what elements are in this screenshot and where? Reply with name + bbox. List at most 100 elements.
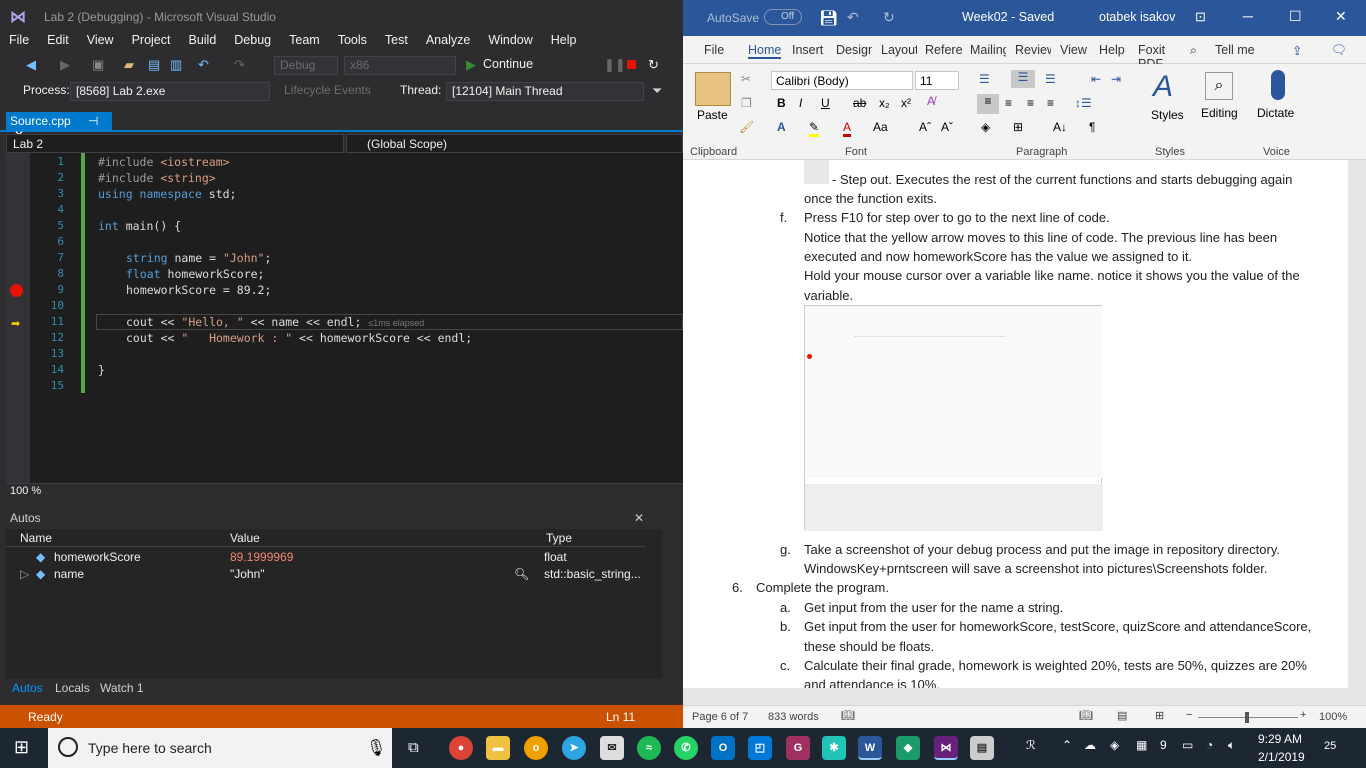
read-mode-icon[interactable]: 📖︎: [1079, 709, 1093, 722]
paste-button[interactable]: Paste: [697, 108, 728, 122]
menu-analyze[interactable]: Analyze: [417, 32, 479, 52]
clock-date[interactable]: 2/1/2019: [1258, 750, 1305, 764]
styles-button[interactable]: Styles: [1151, 108, 1184, 122]
paste-icon[interactable]: [695, 72, 731, 106]
col-type[interactable]: Type: [546, 531, 572, 545]
menu-file[interactable]: File: [0, 32, 38, 52]
align-left-icon[interactable]: ≡: [977, 94, 999, 114]
microphone-icon[interactable]: 🎙︎: [366, 738, 386, 758]
pin-icon[interactable]: ⊣: [88, 114, 98, 128]
borders-icon[interactable]: ⊞: [1013, 120, 1023, 134]
font-size-combo[interactable]: 11: [915, 71, 959, 90]
notification-center[interactable]: 25: [1324, 740, 1336, 752]
bold-icon[interactable]: B: [777, 96, 786, 110]
zoom-in-icon[interactable]: +: [1300, 709, 1306, 721]
numbering-icon[interactable]: ☰: [1011, 70, 1035, 88]
word-icon[interactable]: W: [858, 736, 882, 760]
battery-icon[interactable]: ▭: [1182, 738, 1193, 752]
dropbox-icon[interactable]: ◈: [1110, 738, 1119, 752]
app-icon[interactable]: ✱: [822, 736, 846, 760]
start-icon[interactable]: ⊞: [14, 737, 29, 758]
tab-review[interactable]: Review: [1015, 43, 1051, 57]
continue-icon[interactable]: ▶: [466, 57, 476, 73]
autosave-toggle[interactable]: Off: [764, 9, 802, 25]
embedded-screenshot[interactable]: [804, 305, 1103, 531]
redo-icon[interactable]: ↻: [883, 9, 895, 26]
tab-file[interactable]: File: [704, 43, 724, 57]
tab-references[interactable]: References: [925, 43, 962, 57]
close-icon[interactable]: ✕: [1335, 8, 1347, 25]
editing-button[interactable]: Editing: [1201, 106, 1238, 120]
breakpoint-icon[interactable]: [10, 284, 23, 297]
word-count[interactable]: 833 words: [768, 711, 819, 723]
outlook-icon[interactable]: O: [711, 736, 735, 760]
styles-icon[interactable]: A: [1153, 70, 1173, 104]
change-case-icon[interactable]: Aa: [873, 120, 888, 134]
menu-test[interactable]: Test: [376, 32, 417, 52]
scope-combo[interactable]: (Global Scope): [346, 134, 683, 153]
subscript-icon[interactable]: x₂: [879, 96, 890, 110]
expand-icon[interactable]: ▷: [20, 567, 29, 581]
menu-tools[interactable]: Tools: [329, 32, 376, 52]
print-layout-icon[interactable]: ▤: [1117, 709, 1127, 722]
find-icon[interactable]: ⌕: [1205, 72, 1233, 100]
zoom-level[interactable]: 100%: [1319, 711, 1347, 723]
cell-value[interactable]: "John": [230, 567, 265, 581]
pause-icon[interactable]: ❚❚: [604, 57, 626, 73]
bullets-icon[interactable]: ☰: [979, 72, 990, 86]
line-spacing-icon[interactable]: ↕☰: [1075, 96, 1092, 110]
new-project-icon[interactable]: ▣: [92, 57, 104, 73]
cell-value[interactable]: 89.1999969: [230, 550, 293, 564]
forward-icon[interactable]: ▶: [60, 57, 70, 73]
task-view-icon[interactable]: ⧉: [408, 739, 419, 756]
undo-icon[interactable]: ↶: [847, 9, 859, 26]
page-count[interactable]: Page 6 of 7: [692, 711, 748, 723]
tray-badge[interactable]: 9: [1160, 738, 1167, 752]
tab-watch1[interactable]: Watch 1: [100, 681, 144, 695]
process-combo[interactable]: [8568] Lab 2.exe: [70, 82, 270, 101]
multilevel-list-icon[interactable]: ☰: [1045, 72, 1056, 86]
close-icon[interactable]: ✕: [634, 511, 644, 525]
font-color-icon[interactable]: A: [843, 120, 852, 137]
search-icon[interactable]: ⌕: [1190, 43, 1197, 58]
whatsapp-icon[interactable]: ✆: [674, 736, 698, 760]
spotify-icon[interactable]: ≈: [637, 736, 661, 760]
thread-combo[interactable]: [12104] Main Thread: [446, 82, 644, 101]
show-marks-icon[interactable]: ¶: [1089, 120, 1095, 134]
sort-icon[interactable]: A↓: [1053, 120, 1067, 134]
menu-build[interactable]: Build: [179, 32, 225, 52]
cut-icon[interactable]: ✂: [741, 72, 751, 86]
clock-time[interactable]: 9:29 AM: [1258, 732, 1302, 746]
proofing-icon[interactable]: 📖︎: [841, 709, 855, 722]
telegram-icon[interactable]: ➤: [562, 736, 586, 760]
comments-icon[interactable]: 🗨︎: [1331, 43, 1347, 58]
underline-icon[interactable]: U: [821, 96, 830, 110]
clear-format-icon[interactable]: A̸: [927, 94, 935, 108]
redo-icon[interactable]: ↷: [234, 57, 245, 73]
highlight-icon[interactable]: ✎: [809, 120, 820, 137]
shading-icon[interactable]: ◈: [981, 120, 990, 134]
shrink-font-icon[interactable]: Aˇ: [941, 120, 953, 134]
app-icon[interactable]: ◰: [748, 736, 772, 760]
search-box[interactable]: Type here to search 🎙︎: [48, 728, 392, 768]
format-painter-icon[interactable]: 🖌︎: [739, 120, 754, 134]
align-center-icon[interactable]: ≡: [1005, 96, 1012, 110]
col-name[interactable]: Name: [20, 531, 52, 545]
align-right-icon[interactable]: ≡: [1027, 96, 1034, 110]
tab-view[interactable]: View: [1060, 43, 1087, 57]
platform-combo[interactable]: x86: [344, 56, 456, 75]
filter-icon[interactable]: ⏷: [652, 83, 662, 99]
share-icon[interactable]: ⇪: [1292, 43, 1302, 58]
people-icon[interactable]: ℛ: [1026, 738, 1036, 752]
decrease-indent-icon[interactable]: ⇤: [1091, 72, 1101, 86]
app-icon[interactable]: o: [524, 736, 548, 760]
save-icon[interactable]: 💾︎: [819, 9, 838, 27]
maximize-icon[interactable]: ☐: [1289, 8, 1302, 25]
save-icon[interactable]: ▤: [148, 57, 160, 73]
stop-icon[interactable]: [627, 60, 636, 69]
tab-source-cpp[interactable]: Source.cpp ⊣ ✕: [6, 112, 112, 142]
tray-chevron-icon[interactable]: ⌃: [1062, 738, 1072, 752]
document-page[interactable]: - Step out. Executes the rest of the cur…: [683, 160, 1348, 688]
chrome-icon[interactable]: ●: [449, 736, 473, 760]
menu-project[interactable]: Project: [123, 32, 180, 52]
